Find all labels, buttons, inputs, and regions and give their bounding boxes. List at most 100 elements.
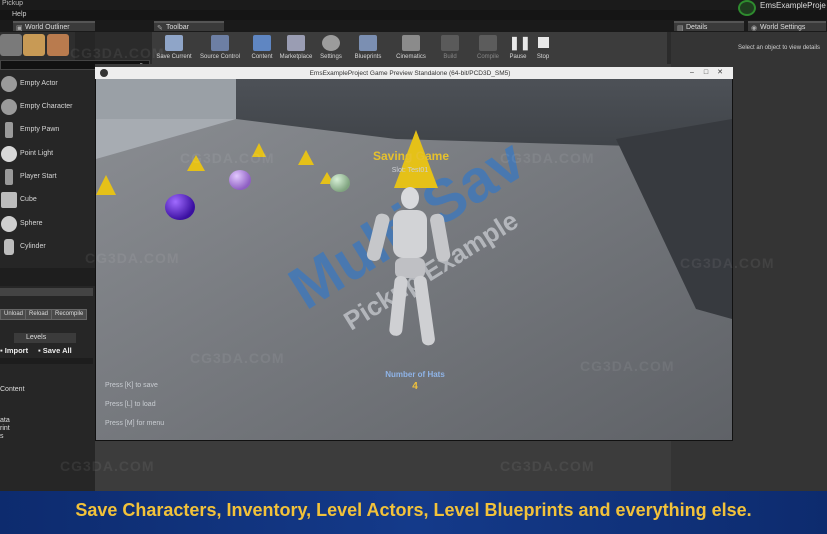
project-name[interactable]: EmsExampleProje xyxy=(760,1,826,10)
save-icon xyxy=(165,35,183,51)
tab-world-settings[interactable]: ◉ World Settings xyxy=(748,21,826,32)
pawn-icon xyxy=(5,122,13,138)
tool-label: Pause xyxy=(509,54,527,60)
tool-label: Cinematics xyxy=(396,54,426,60)
sphere-icon xyxy=(1,99,17,115)
watermark: CG3DA.COM xyxy=(60,458,155,474)
place-mode-icon[interactable] xyxy=(0,34,22,56)
geometry-mode-icon[interactable] xyxy=(47,34,69,56)
watermark: CG3DA.COM xyxy=(500,458,595,474)
gear-icon xyxy=(322,35,340,51)
foliage-mode-icon[interactable] xyxy=(23,34,45,56)
content-label: Content xyxy=(0,386,25,393)
tool-label: Settings xyxy=(320,54,342,60)
tab-label: Details xyxy=(686,24,708,31)
marketplace-button[interactable]: Marketplace xyxy=(278,32,314,64)
cinematics-button[interactable]: Cinematics xyxy=(392,32,430,64)
compile-button[interactable]: Compile xyxy=(472,32,504,64)
place-item-cube[interactable]: Cube xyxy=(0,189,95,211)
watermark: CG3DA.COM xyxy=(70,45,165,61)
pause-icon: ❚❚ xyxy=(509,35,531,50)
recompile-button[interactable]: Recompile xyxy=(51,309,88,320)
sphere-icon xyxy=(1,76,17,92)
blueprint-icon xyxy=(359,35,377,51)
stop-button[interactable]: Stop xyxy=(532,32,554,64)
slot-label: Slot: Test01 xyxy=(391,167,429,174)
compile-icon xyxy=(479,35,497,51)
sphere-icon xyxy=(1,216,17,232)
content-button[interactable]: Content xyxy=(248,32,276,64)
tab-details[interactable]: ▤ Details xyxy=(674,21,744,32)
place-item-label: Cube xyxy=(20,196,37,203)
place-item-sphere[interactable]: Sphere xyxy=(0,213,95,235)
build-button[interactable]: Build xyxy=(436,32,464,64)
place-item-empty-character[interactable]: Empty Character xyxy=(0,96,95,118)
load-hint: Press [L] to load xyxy=(105,401,156,408)
menu-bar xyxy=(0,10,827,20)
place-item-label: Sphere xyxy=(20,220,43,227)
hats-label: Number of Hats xyxy=(385,370,445,379)
tab-label: Levels xyxy=(26,334,47,341)
cube-icon xyxy=(1,192,17,208)
light-bulb-icon xyxy=(1,146,17,162)
button-label: Save All xyxy=(42,346,72,355)
text-fragment: s xyxy=(0,433,4,440)
source-control-button[interactable]: Source Control xyxy=(196,32,244,64)
import-button[interactable]: ▪ Import xyxy=(0,346,28,355)
scrollbar[interactable] xyxy=(0,288,93,296)
unreal-logo-icon xyxy=(100,69,108,77)
purple-ball xyxy=(165,194,195,220)
place-item-empty-actor[interactable]: Empty Actor xyxy=(0,73,95,95)
watermark: CG3DA.COM xyxy=(680,255,775,271)
settings-button[interactable]: Settings xyxy=(316,32,346,64)
watermark: CG3DA.COM xyxy=(580,358,675,374)
player-start-icon xyxy=(5,169,13,185)
tab-levels[interactable]: Levels xyxy=(14,333,76,343)
place-item-label: Cylinder xyxy=(20,243,46,250)
place-item-label: Empty Character xyxy=(20,103,73,110)
project-icon[interactable] xyxy=(738,0,756,16)
text-fragment: ata xyxy=(0,417,10,424)
button-label: Import xyxy=(4,346,29,355)
source-control-icon xyxy=(211,35,229,51)
pause-button[interactable]: ❚❚ Pause xyxy=(506,32,531,64)
content-area xyxy=(0,268,95,286)
clapper-icon xyxy=(402,35,420,51)
menu-help[interactable]: Help xyxy=(12,11,26,18)
tool-label: Build xyxy=(443,54,457,60)
tab-label: Toolbar xyxy=(166,24,189,31)
levels-list xyxy=(0,358,93,364)
place-item-player-start[interactable]: Player Start xyxy=(0,166,95,188)
blueprints-button[interactable]: Blueprints xyxy=(350,32,386,64)
save-all-button[interactable]: ▪ Save All xyxy=(38,346,72,355)
tool-label: Marketplace xyxy=(279,54,313,60)
tab-world-outliner[interactable]: ▣ World Outliner xyxy=(13,21,95,32)
hat-cone xyxy=(298,150,314,165)
place-item-label: Point Light xyxy=(20,150,54,157)
cylinder-icon xyxy=(4,239,14,255)
marketplace-icon xyxy=(287,35,305,51)
place-item-point-light[interactable]: Point Light xyxy=(0,143,95,165)
place-item-empty-pawn[interactable]: Empty Pawn xyxy=(0,119,95,141)
stop-icon xyxy=(534,35,552,51)
tool-label: Content xyxy=(251,54,273,60)
text-fragment: rint xyxy=(0,425,10,432)
tab-toolbar[interactable]: ✎ Toolbar xyxy=(154,21,224,32)
hat-cone xyxy=(96,175,116,195)
hats-count: 4 xyxy=(412,381,418,392)
minimize-button[interactable]: – xyxy=(688,69,696,77)
place-item-label: Empty Pawn xyxy=(20,126,60,133)
tool-label: Stop xyxy=(536,54,550,60)
tool-label: Source Control xyxy=(199,54,241,60)
tab-label: World Outliner xyxy=(25,24,70,31)
build-icon xyxy=(441,35,459,51)
reload-button[interactable]: Reload xyxy=(25,309,53,320)
window-title-fragment: Pickup xyxy=(2,0,24,7)
saving-game-label: Saving Game xyxy=(372,149,450,163)
place-item-cylinder[interactable]: Cylinder xyxy=(0,236,95,258)
promo-banner-text: Save Characters, Inventory, Level Actors… xyxy=(75,500,752,520)
close-button[interactable]: ✕ xyxy=(716,69,724,77)
watermark: CG3DA.COM xyxy=(500,150,595,166)
unload-button[interactable]: Unload xyxy=(0,309,28,320)
maximize-button[interactable]: □ xyxy=(702,69,710,77)
